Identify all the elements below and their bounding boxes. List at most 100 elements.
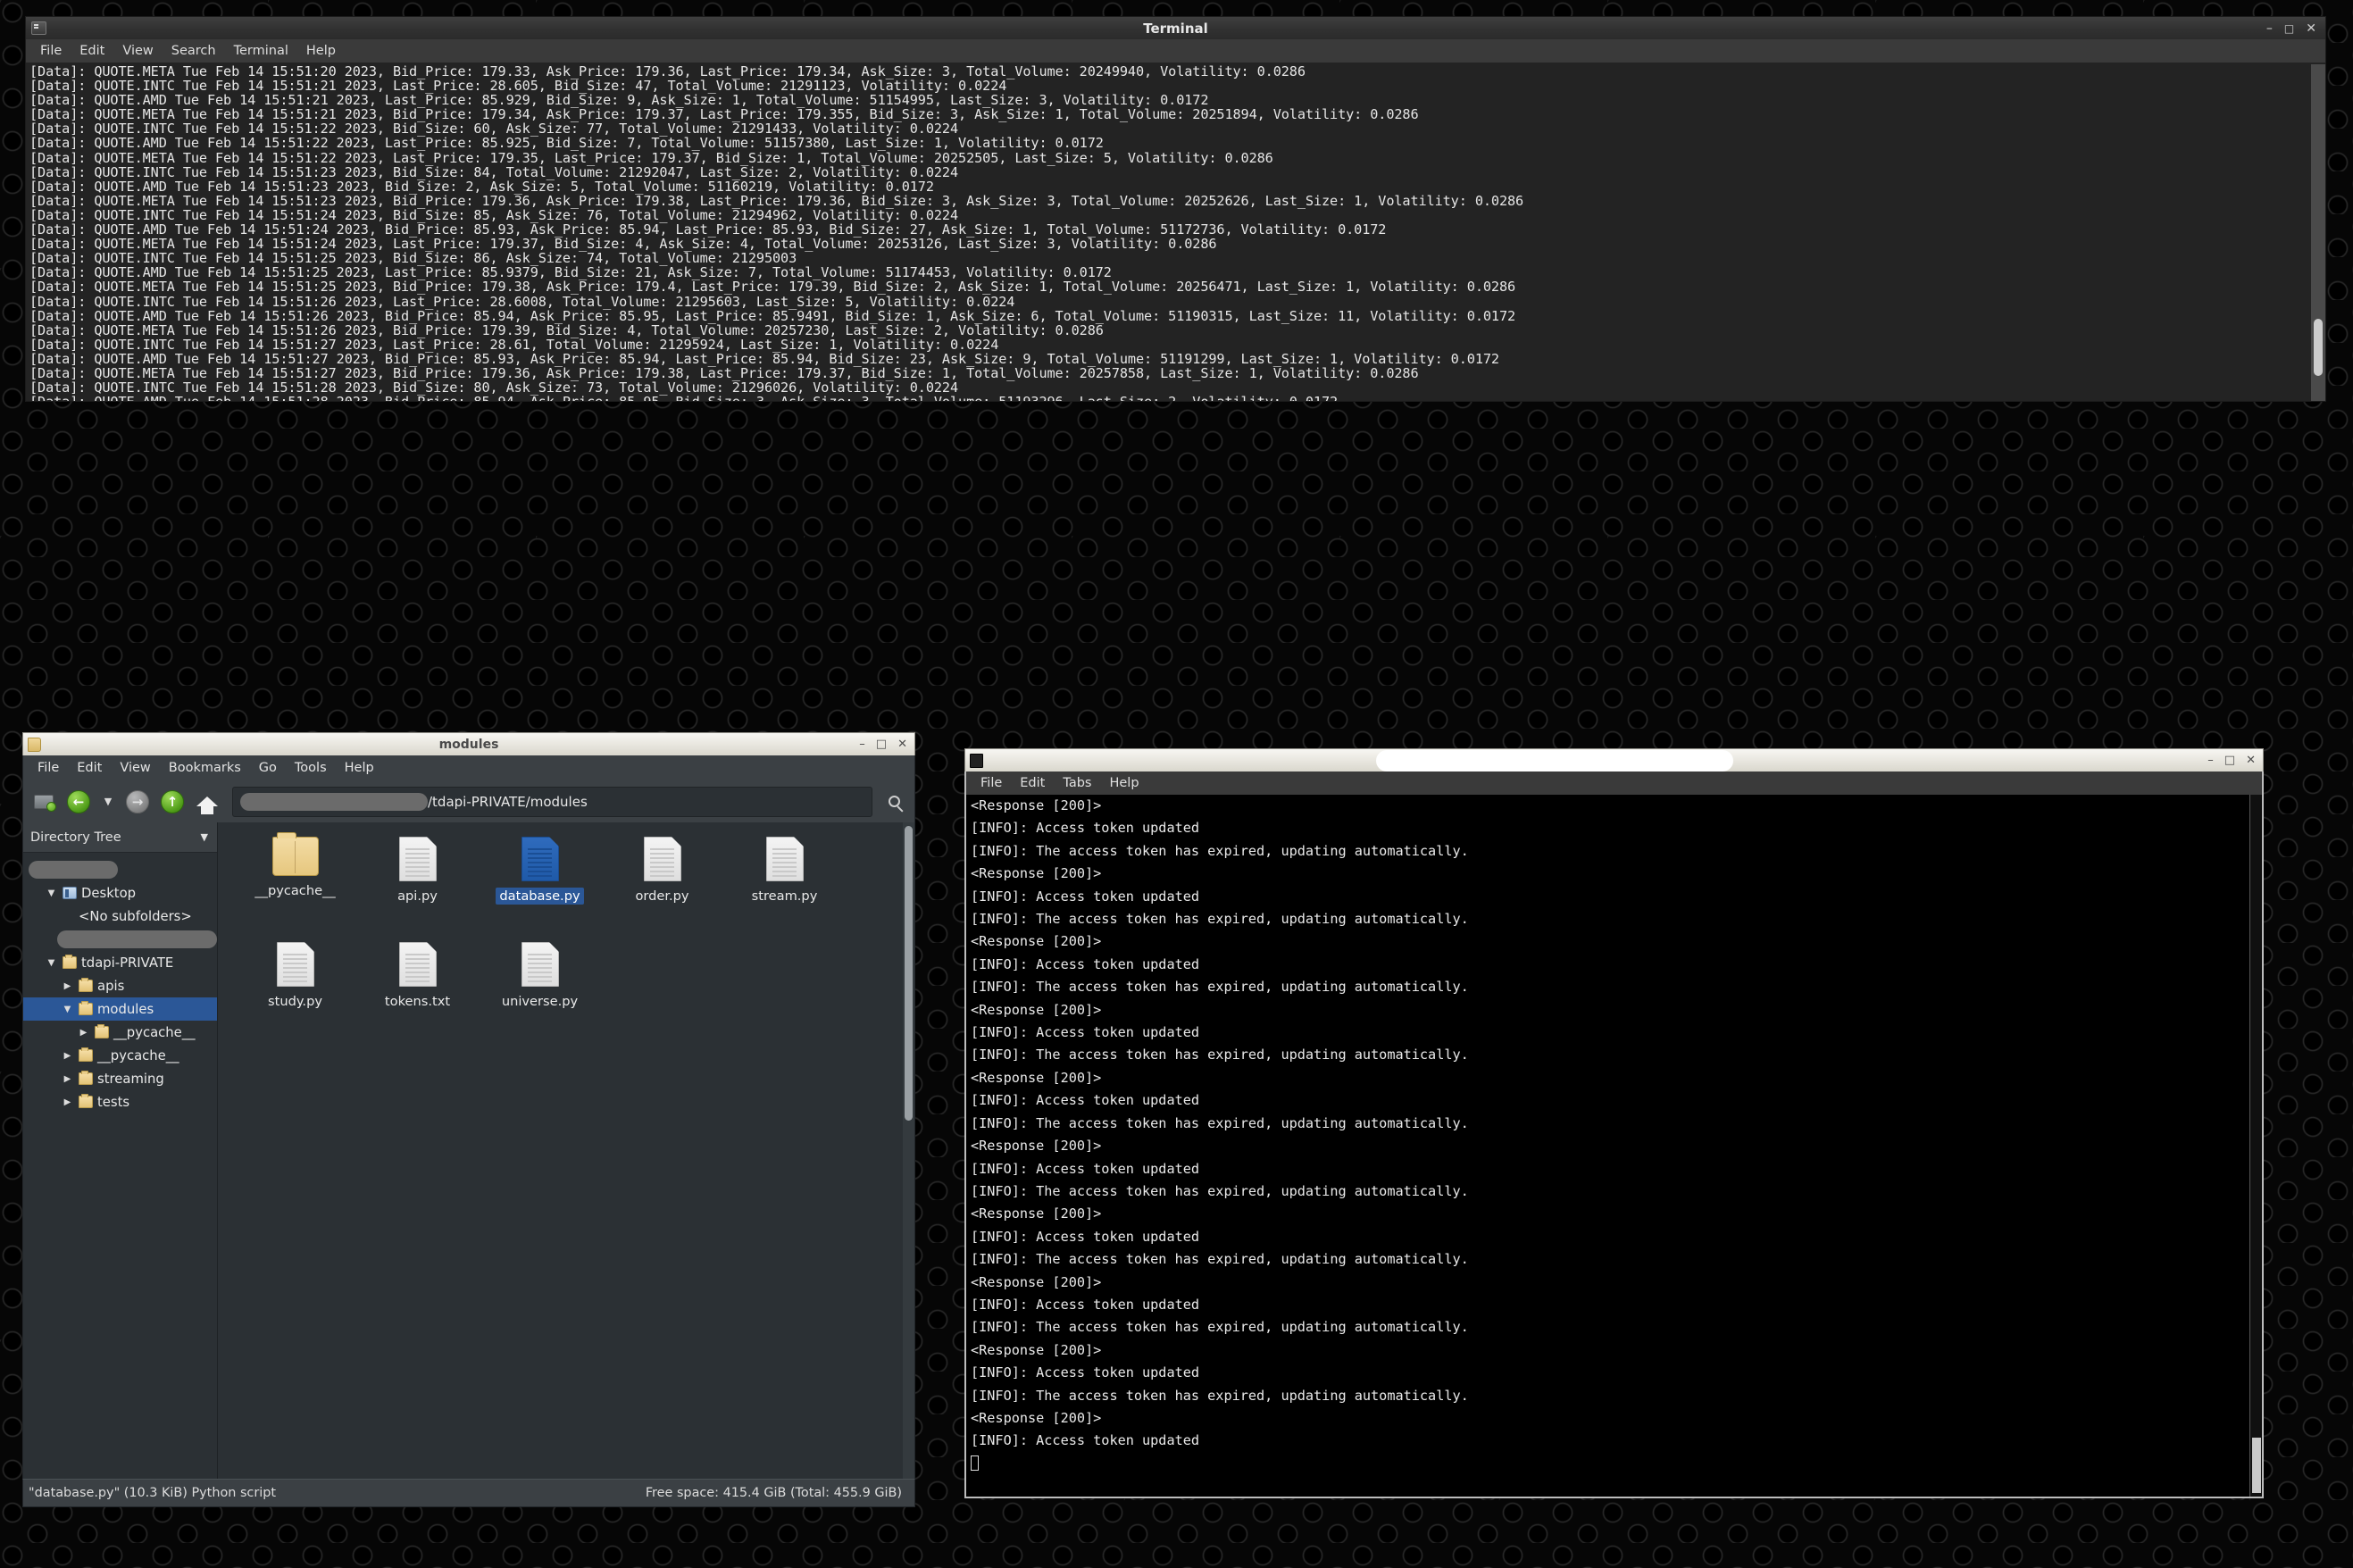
tree-item-apis[interactable]: ▶apis [23, 974, 217, 997]
chevron-right-icon[interactable]: ▶ [61, 1051, 74, 1061]
close-icon[interactable]: ✕ [2246, 755, 2256, 766]
file-manager-menubar[interactable]: File Edit View Bookmarks Go Tools Help [22, 755, 915, 780]
document-icon[interactable] [399, 942, 437, 987]
menu-item-tools[interactable]: Tools [286, 759, 336, 777]
menu-item-help[interactable]: Help [297, 42, 345, 60]
search-icon[interactable] [880, 788, 907, 815]
document-icon[interactable] [399, 837, 437, 881]
open-terminal-icon[interactable] [30, 788, 57, 815]
xterm-line: <Response [200]> [971, 1135, 2249, 1157]
chevron-right-icon[interactable]: ▶ [61, 981, 74, 991]
file-item[interactable]: order.py [601, 837, 723, 942]
document-icon[interactable] [521, 942, 559, 987]
minimize-icon[interactable]: – [2207, 755, 2214, 766]
menu-item-view[interactable]: View [111, 759, 159, 777]
tree-item-streaming[interactable]: ▶streaming [23, 1067, 217, 1090]
document-icon[interactable] [644, 837, 681, 881]
terminal-line: [Data]: QUOTE.META Tue Feb 14 15:51:21 2… [29, 107, 2311, 121]
xterm-line: [INFO]: Access token updated [971, 1226, 2249, 1248]
chevron-down-icon[interactable]: ▼ [201, 831, 208, 843]
tree-item-tdapi-private[interactable]: ▼tdapi-PRIVATE [23, 951, 217, 974]
chevron-right-icon[interactable]: ▶ [61, 1097, 74, 1107]
menu-item-file[interactable]: File [29, 759, 68, 777]
file-item[interactable]: study.py [234, 942, 356, 1047]
menu-item-go[interactable]: Go [250, 759, 286, 777]
menu-item-tabs[interactable]: Tabs [1054, 774, 1100, 792]
up-icon[interactable]: ↑ [159, 788, 186, 815]
tree-row-redacted[interactable] [23, 858, 217, 881]
xterm-titlebar[interactable]: /tdapi-PRIVATE – □ ✕ [964, 748, 2264, 771]
terminal-output-area[interactable]: [Data]: QUOTE.META Tue Feb 14 15:51:20 2… [25, 63, 2326, 402]
folder-icon[interactable] [272, 837, 319, 876]
maximize-icon[interactable]: □ [2284, 23, 2294, 34]
tree-item-pycache[interactable]: ▶ __pycache__ [23, 1044, 217, 1067]
folder-icon [79, 980, 93, 992]
minimize-icon[interactable]: – [2266, 22, 2273, 35]
path-input[interactable]: /tdapi-PRIVATE/modules [232, 787, 872, 817]
minimize-icon[interactable]: – [859, 738, 865, 750]
xterm-output-area[interactable]: <Response [200]> [INFO]: Access token upd… [964, 795, 2264, 1498]
close-icon[interactable]: ✕ [897, 738, 907, 750]
file-pane-scrollbar[interactable] [903, 822, 914, 1479]
file-item[interactable]: stream.py [723, 837, 846, 942]
maximize-icon[interactable]: □ [2224, 755, 2235, 766]
menu-item-edit[interactable]: Edit [1011, 774, 1054, 792]
document-icon[interactable] [766, 837, 804, 881]
file-item[interactable]: universe.py [479, 942, 601, 1047]
xterm-scrollbar[interactable] [2249, 795, 2262, 1497]
file-icon-grid[interactable]: __pycache__api.pydatabase.pyorder.pystre… [218, 822, 914, 1047]
file-manager-window[interactable]: modules – □ ✕ File Edit View Bookmarks G… [22, 732, 915, 1518]
document-icon[interactable] [277, 942, 314, 987]
chevron-down-icon[interactable]: ▼ [61, 1005, 74, 1014]
terminal-window[interactable]: Terminal – □ ✕ File Edit View Search Ter… [25, 16, 2326, 409]
menu-item-bookmarks[interactable]: Bookmarks [160, 759, 250, 777]
menu-item-help[interactable]: Help [336, 759, 383, 777]
file-manager-titlebar[interactable]: modules – □ ✕ [22, 732, 915, 755]
menu-item-edit[interactable]: Edit [71, 42, 113, 60]
history-dropdown-icon[interactable]: ▼ [100, 788, 116, 815]
file-pane-scrollbar-thumb[interactable] [905, 826, 913, 1121]
file-item[interactable]: __pycache__ [234, 837, 356, 942]
file-manager-toolbar[interactable]: ← ▼ → ↑ /tdapi-PRIVATE/modules [22, 780, 915, 822]
xterm-window[interactable]: /tdapi-PRIVATE – □ ✕ File Edit Tabs Help… [964, 748, 2264, 1518]
tree-item-no-subfolders[interactable]: <No subfolders> [23, 905, 217, 928]
chevron-right-icon[interactable]: ▶ [77, 1028, 90, 1038]
xterm-menubar[interactable]: File Edit Tabs Help [964, 771, 2264, 795]
tree-item-label: <No subfolders> [79, 909, 192, 924]
close-icon[interactable]: ✕ [2306, 22, 2316, 35]
tree-row-redacted[interactable] [23, 928, 217, 951]
tree-item-desktop[interactable]: ▼Desktop [23, 881, 217, 905]
chevron-down-icon[interactable]: ▼ [45, 958, 58, 968]
file-item[interactable]: tokens.txt [356, 942, 479, 1047]
document-icon[interactable] [521, 837, 559, 881]
directory-tree-list[interactable]: ▼Desktop <No subfolders> ▼tdapi-PRIVATE▶ap… [23, 853, 217, 1479]
tree-item-label: __pycache__ [97, 1048, 179, 1063]
directory-tree-header[interactable]: Directory Tree ▼ [23, 822, 217, 853]
menu-item-file[interactable]: File [972, 774, 1011, 792]
terminal-line: [Data]: QUOTE.AMD Tue Feb 14 15:51:25 20… [29, 265, 2311, 279]
menu-item-view[interactable]: View [113, 42, 162, 60]
menu-item-help[interactable]: Help [1100, 774, 1147, 792]
xterm-scrollbar-thumb[interactable] [2252, 1438, 2261, 1493]
tree-item-pycache[interactable]: ▶__pycache__ [23, 1021, 217, 1044]
chevron-down-icon[interactable]: ▼ [45, 888, 58, 898]
home-icon[interactable] [194, 788, 221, 815]
terminal-scrollbar-thumb[interactable] [2314, 319, 2323, 376]
file-manager-body: Directory Tree ▼ ▼Desktop <No subfolders>… [22, 822, 915, 1479]
file-item[interactable]: database.py [479, 837, 601, 942]
directory-tree-sidebar[interactable]: Directory Tree ▼ ▼Desktop <No subfolders>… [23, 822, 218, 1479]
tree-item-modules[interactable]: ▼modules [23, 997, 217, 1021]
menu-item-file[interactable]: File [31, 42, 71, 60]
maximize-icon[interactable]: □ [876, 738, 887, 750]
menu-item-edit[interactable]: Edit [68, 759, 111, 777]
back-icon[interactable]: ← [65, 788, 92, 815]
file-item[interactable]: api.py [356, 837, 479, 942]
terminal-menubar[interactable]: File Edit View Search Terminal Help [25, 39, 2326, 63]
terminal-titlebar[interactable]: Terminal – □ ✕ [25, 16, 2326, 39]
file-list-pane[interactable]: __pycache__api.pydatabase.pyorder.pystre… [218, 822, 914, 1479]
menu-item-terminal[interactable]: Terminal [225, 42, 297, 60]
tree-item-tests[interactable]: ▶tests [23, 1090, 217, 1113]
menu-item-search[interactable]: Search [163, 42, 225, 60]
terminal-scrollbar[interactable] [2311, 64, 2325, 401]
chevron-right-icon[interactable]: ▶ [61, 1074, 74, 1084]
